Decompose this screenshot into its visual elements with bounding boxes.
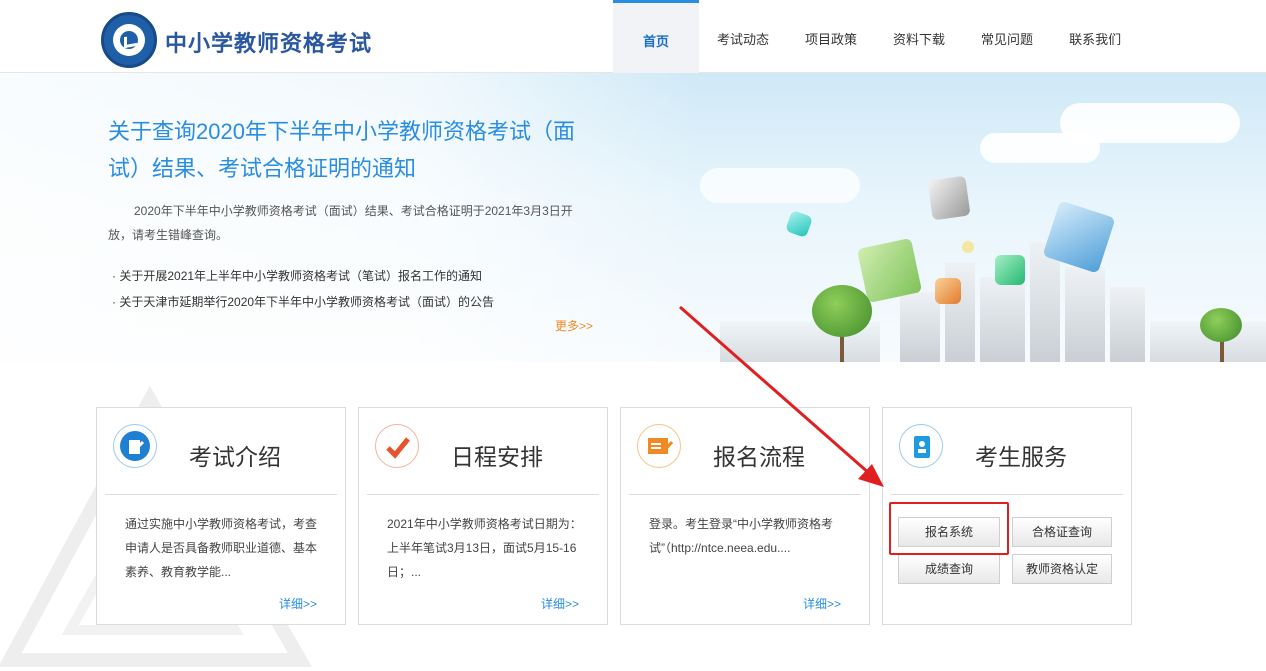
card-title: 考试介绍 xyxy=(189,444,281,470)
small-cube-icon xyxy=(784,209,814,239)
building-decoration xyxy=(900,292,940,362)
small-cube-icon xyxy=(962,241,974,253)
card-description: 登录。考生登录“中小学教师资格考试”（http://ntce.neea.edu.… xyxy=(649,517,833,555)
main-nav: 首页 考试动态 项目政策 资料下载 常见问题 联系我们 xyxy=(613,0,1139,73)
card-title: 报名流程 xyxy=(713,444,805,470)
site-title[interactable]: 中小学教师资格考试 xyxy=(165,26,372,58)
nav-item-policy[interactable]: 项目政策 xyxy=(787,0,875,73)
card-description: 通过实施中小学教师资格考试，考查申请人是否具备教师职业道德、基本素养、教育教学能… xyxy=(125,517,318,579)
piano-cube-icon xyxy=(927,175,971,221)
nav-item-contact[interactable]: 联系我们 xyxy=(1051,0,1139,73)
card-exam-intro: 考试介绍 通过实施中小学教师资格考试，考查申请人是否具备教师职业道德、基本素养、… xyxy=(96,407,346,625)
teacher-certification-button[interactable]: 教师资格认定 xyxy=(1012,554,1112,584)
card-title: 日程安排 xyxy=(451,444,543,470)
cloud-decoration xyxy=(700,168,860,203)
divider xyxy=(367,494,599,495)
divider xyxy=(105,494,337,495)
building-decoration xyxy=(1110,287,1145,362)
small-cube-icon xyxy=(935,278,961,304)
certificate-query-button[interactable]: 合格证查询 xyxy=(1012,517,1112,547)
site-header: 中小学教师资格考试 首页 考试动态 项目政策 资料下载 常见问题 联系我们 xyxy=(0,0,1266,73)
building-decoration xyxy=(945,262,975,362)
nav-item-faq[interactable]: 常见问题 xyxy=(963,0,1051,73)
more-news-link[interactable]: 更多>> xyxy=(555,317,593,334)
building-decoration xyxy=(980,277,1025,362)
news-list-item[interactable]: 关于天津市延期举行2020年下半年中小学教师资格考试（面试）的公告 xyxy=(112,289,494,315)
checkmark-icon xyxy=(375,424,419,468)
card-schedule: 日程安排 2021年中小学教师资格考试日期为：上半年笔试3月13日，面试5月15… xyxy=(358,407,608,625)
green-cube-icon xyxy=(856,237,923,304)
logo-emblem-icon[interactable] xyxy=(101,12,157,68)
card-description: 2021年中小学教师资格考试日期为：上半年笔试3月13日，面试5月15-16日；… xyxy=(387,517,582,579)
card-details-link[interactable]: 详细>> xyxy=(541,595,579,612)
cloud-decoration xyxy=(980,133,1100,163)
building-decoration xyxy=(1065,267,1105,362)
headline-news-title[interactable]: 关于查询2020年下半年中小学教师资格考试（面试）结果、考试合格证明的通知 xyxy=(108,113,588,187)
card-details-link[interactable]: 详细>> xyxy=(803,595,841,612)
news-list-item[interactable]: 关于开展2021年上半年中小学教师资格考试（笔试）报名工作的通知 xyxy=(112,263,494,289)
card-details-link[interactable]: 详细>> xyxy=(279,595,317,612)
divider xyxy=(629,494,861,495)
address-book-icon xyxy=(899,424,943,468)
tree-icon xyxy=(812,285,872,337)
registration-form-icon xyxy=(637,424,681,468)
hero-banner: 关于查询2020年下半年中小学教师资格考试（面试）结果、考试合格证明的通知 20… xyxy=(0,73,1266,362)
small-cube-icon xyxy=(995,255,1025,285)
annotation-highlight-box xyxy=(889,502,1009,555)
score-query-button[interactable]: 成绩查询 xyxy=(898,554,1000,584)
nav-item-home[interactable]: 首页 xyxy=(613,0,699,73)
news-list: 关于开展2021年上半年中小学教师资格考试（笔试）报名工作的通知 关于天津市延期… xyxy=(112,263,494,315)
nav-item-downloads[interactable]: 资料下载 xyxy=(875,0,963,73)
divider xyxy=(891,494,1123,495)
card-title: 考生服务 xyxy=(975,444,1067,470)
headline-news-summary: 2020年下半年中小学教师资格考试（面试）结果、考试合格证明于2021年3月3日… xyxy=(108,204,573,242)
nav-item-exam-news[interactable]: 考试动态 xyxy=(699,0,787,73)
card-registration-process: 报名流程 登录。考生登录“中小学教师资格考试”（http://ntce.neea… xyxy=(620,407,870,625)
exam-document-icon xyxy=(113,424,157,468)
tree-icon xyxy=(1200,308,1242,342)
